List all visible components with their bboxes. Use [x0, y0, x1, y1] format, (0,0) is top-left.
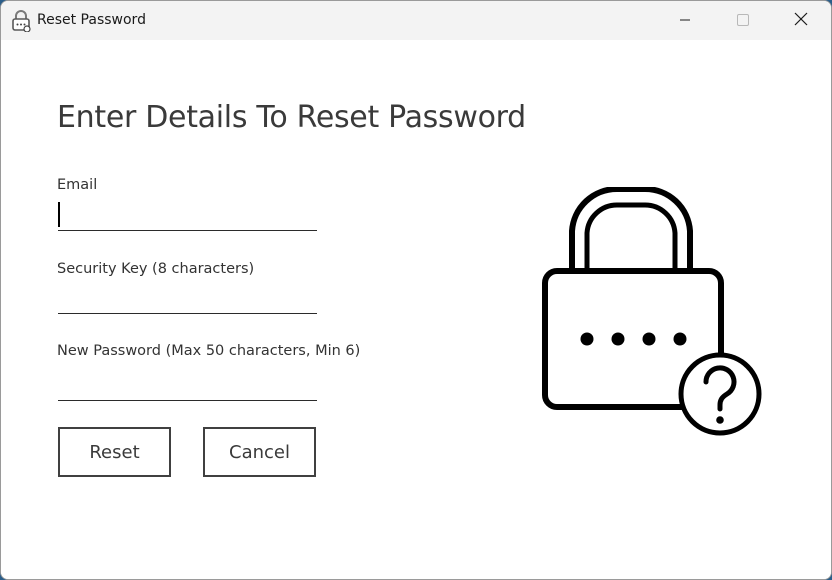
- minimize-icon: [679, 11, 691, 30]
- page-title: Enter Details To Reset Password: [57, 100, 526, 135]
- padlock-icon: [11, 10, 31, 33]
- padlock-question-icon: [539, 185, 765, 439]
- reset-button[interactable]: Reset: [58, 427, 171, 477]
- reset-password-window: Reset Password Enter Details To Reset Pa…: [0, 0, 832, 580]
- security-key-field[interactable]: [58, 284, 317, 314]
- close-button[interactable]: [772, 1, 830, 40]
- cancel-button[interactable]: Cancel: [203, 427, 316, 477]
- form-content: Enter Details To Reset Password Email Se…: [1, 40, 831, 579]
- security-key-label: Security Key (8 characters): [57, 261, 255, 277]
- new-password-label: New Password (Max 50 characters, Min 6): [57, 343, 361, 359]
- new-password-field[interactable]: [58, 371, 317, 401]
- email-field[interactable]: [58, 201, 317, 231]
- maximize-icon: [737, 11, 749, 30]
- email-label: Email: [57, 177, 98, 193]
- window-title: Reset Password: [37, 12, 146, 28]
- title-bar[interactable]: Reset Password: [1, 1, 831, 40]
- text-caret: [58, 202, 60, 227]
- minimize-button[interactable]: [656, 1, 714, 40]
- close-icon: [794, 11, 808, 30]
- maximize-button[interactable]: [714, 1, 772, 40]
